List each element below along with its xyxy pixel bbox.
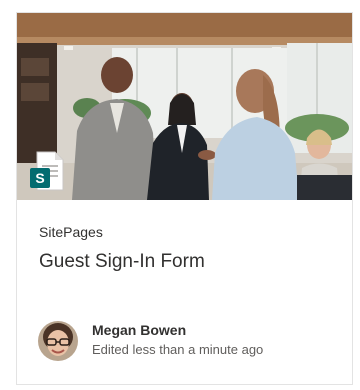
sharepoint-page-icon: S: [30, 151, 64, 191]
office-lobby-photo: [17, 13, 352, 200]
page-thumbnail[interactable]: S: [17, 13, 352, 200]
page-card[interactable]: S SitePages Guest Sign-In Form Megan Bow…: [16, 12, 353, 385]
page-title[interactable]: Guest Sign-In Form: [39, 251, 205, 273]
site-name[interactable]: SitePages: [39, 224, 103, 240]
author-name[interactable]: Megan Bowen: [92, 322, 186, 338]
author-info: Megan Bowen Edited less than a minute ag…: [38, 320, 338, 362]
sharepoint-letter: S: [35, 170, 44, 186]
avatar[interactable]: [38, 321, 78, 361]
edited-timestamp: Edited less than a minute ago: [92, 342, 264, 357]
